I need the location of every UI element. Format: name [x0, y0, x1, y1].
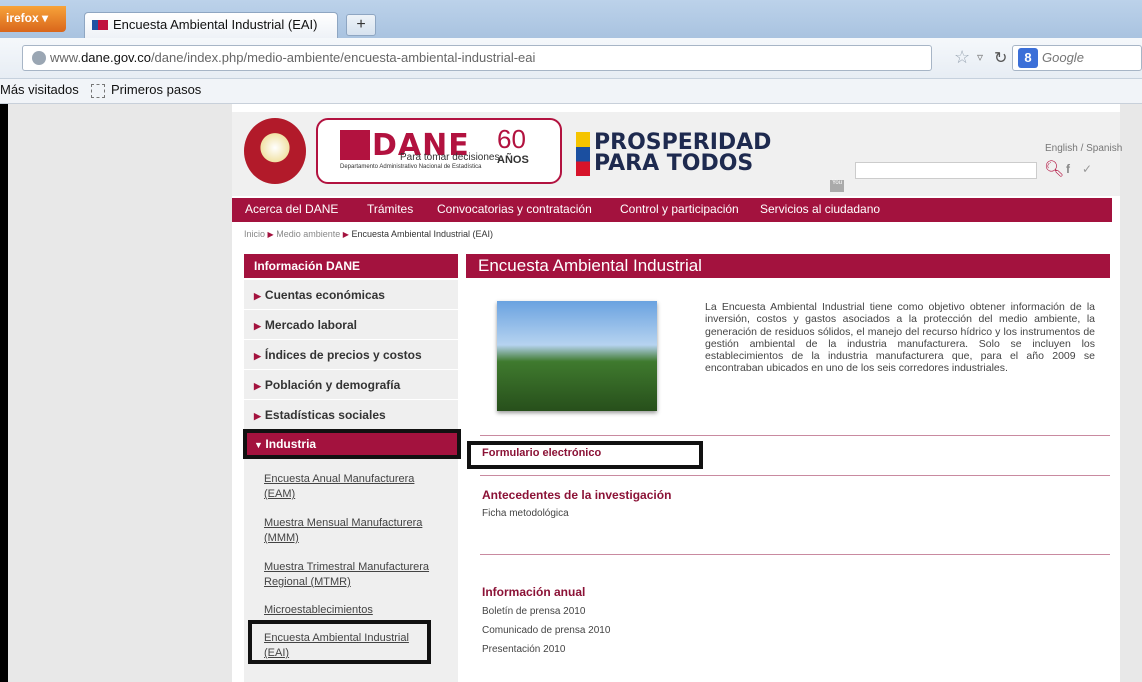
- google-search-engine-icon[interactable]: 8: [1018, 48, 1038, 68]
- nav-convocatorias[interactable]: Convocatorias y contratación: [437, 202, 592, 216]
- anniversary-label: AÑOS: [497, 154, 529, 166]
- sidebar-item-estadisticas[interactable]: ▶ Estadísticas sociales: [244, 401, 458, 430]
- divider: [480, 435, 1110, 436]
- search-icon[interactable]: 🔍︎: [1044, 159, 1064, 179]
- chevron-right-icon: ▶: [254, 411, 261, 421]
- chevron-right-icon: ▶: [254, 351, 261, 361]
- highlight-box-industria: [243, 429, 461, 459]
- sublink-eam[interactable]: Encuesta Anual Manufacturera (EAM): [264, 472, 440, 502]
- dane-tagline: Para tomar decisiones: [400, 152, 500, 163]
- sidebar-item-cuentas[interactable]: ▶ Cuentas económicas: [244, 281, 458, 310]
- colombia-seal-logo[interactable]: [244, 118, 306, 184]
- nav-acerca[interactable]: Acerca del DANE: [245, 202, 338, 216]
- sidebar-item-poblacion[interactable]: ▶ Población y demografía: [244, 371, 458, 400]
- search-engine-placeholder[interactable]: Google: [1042, 50, 1084, 65]
- boletin-link[interactable]: Boletín de prensa 2010: [482, 606, 585, 617]
- highlight-box-eai: [248, 620, 431, 664]
- url-path: /dane/index.php/medio-ambiente/encuesta-…: [150, 50, 536, 65]
- comunicado-link[interactable]: Comunicado de prensa 2010: [482, 625, 610, 636]
- youtube-icon[interactable]: You: [830, 180, 844, 192]
- sidebar-item-label: Mercado laboral: [264, 318, 357, 332]
- ficha-metodologica-link[interactable]: Ficha metodológica: [482, 508, 569, 519]
- intro-paragraph: La Encuesta Ambiental Industrial tiene c…: [705, 301, 1095, 375]
- divider: [480, 554, 1110, 555]
- language-links[interactable]: English / Spanish: [1045, 143, 1122, 154]
- url-prefix: www.: [50, 50, 82, 65]
- sidebar-item-indices[interactable]: ▶ Índices de precios y costos: [244, 341, 458, 370]
- tab-title: Encuesta Ambiental Industrial (EAI): [113, 17, 318, 32]
- address-url[interactable]: www.dane.gov.co/dane/index.php/medio-amb…: [50, 50, 535, 65]
- site-identity-icon[interactable]: [32, 51, 46, 65]
- breadcrumb-separator-icon: ▶: [267, 230, 274, 239]
- window-left-border: [0, 104, 8, 682]
- bookmark-folder-icon: [91, 84, 105, 98]
- firefox-menu-label: irefox: [6, 11, 39, 25]
- dane-logo-mark-icon: [340, 130, 370, 160]
- chevron-right-icon: ▶: [254, 291, 261, 301]
- site-search-input[interactable]: [855, 162, 1037, 179]
- facebook-icon[interactable]: f: [1066, 162, 1076, 176]
- url-domain: dane.gov.co: [81, 50, 151, 65]
- trees-sky-photo: [497, 301, 657, 411]
- chevron-right-icon: ▶: [254, 321, 261, 331]
- history-dropdown-icon[interactable]: ▿: [977, 50, 983, 64]
- sidebar-item-label: Estadísticas sociales: [264, 408, 386, 422]
- sidebar-title: Información DANE: [244, 254, 458, 278]
- sidebar-item-label: Índices de precios y costos: [264, 348, 422, 362]
- highlight-box-form: [467, 441, 703, 469]
- bookmark-primeros-pasos[interactable]: Primeros pasos: [111, 82, 201, 97]
- nav-servicios[interactable]: Servicios al ciudadano: [760, 202, 880, 216]
- nav-tramites[interactable]: Trámites: [367, 202, 413, 216]
- page-title: Encuesta Ambiental Industrial: [466, 254, 1110, 278]
- background-heading: Antecedentes de la investigación: [482, 488, 672, 502]
- breadcrumb-section[interactable]: Medio ambiente: [276, 229, 340, 239]
- sublink-micro[interactable]: Microestablecimientos: [264, 603, 440, 618]
- sublink-mtmr[interactable]: Muestra Trimestral Manufacturera Regiona…: [264, 560, 440, 590]
- breadcrumb-current: Encuesta Ambiental Industrial (EAI): [351, 229, 494, 239]
- reload-icon[interactable]: ↻: [994, 48, 1007, 68]
- anniversary-number: 60: [497, 124, 526, 154]
- firefox-menu-button[interactable]: irefox ▾: [0, 6, 66, 32]
- sidebar-item-label: Población y demografía: [264, 378, 401, 392]
- browser-tab-active[interactable]: Encuesta Ambiental Industrial (EAI): [84, 12, 338, 38]
- twitter-icon[interactable]: ✓: [1082, 162, 1092, 176]
- sidebar-item-mercado[interactable]: ▶ Mercado laboral: [244, 311, 458, 340]
- dane-subtitle: Departamento Administrativo Nacional de …: [340, 164, 482, 170]
- bookmark-star-icon[interactable]: ☆: [954, 47, 970, 68]
- breadcrumb: Inicio ▶ Medio ambiente ▶ Encuesta Ambie…: [244, 229, 493, 239]
- breadcrumb-home[interactable]: Inicio: [244, 229, 265, 239]
- sidebar-item-label: Cuentas económicas: [264, 288, 385, 302]
- slogan-line-2: PARA TODOS: [594, 151, 754, 176]
- dane-favicon-icon: [92, 20, 108, 30]
- divider: [480, 475, 1110, 476]
- sublink-mmm[interactable]: Muestra Mensual Manufacturera (MMM): [264, 516, 440, 546]
- bookmark-mas-visitados[interactable]: Más visitados: [0, 82, 79, 97]
- new-tab-button[interactable]: +: [346, 14, 376, 36]
- flag-bar-icon: [576, 132, 590, 176]
- chevron-right-icon: ▶: [254, 381, 261, 391]
- breadcrumb-separator-icon: ▶: [342, 230, 349, 239]
- annual-info-heading: Información anual: [482, 585, 586, 599]
- nav-control[interactable]: Control y participación: [620, 202, 739, 216]
- presentacion-link[interactable]: Presentación 2010: [482, 644, 565, 655]
